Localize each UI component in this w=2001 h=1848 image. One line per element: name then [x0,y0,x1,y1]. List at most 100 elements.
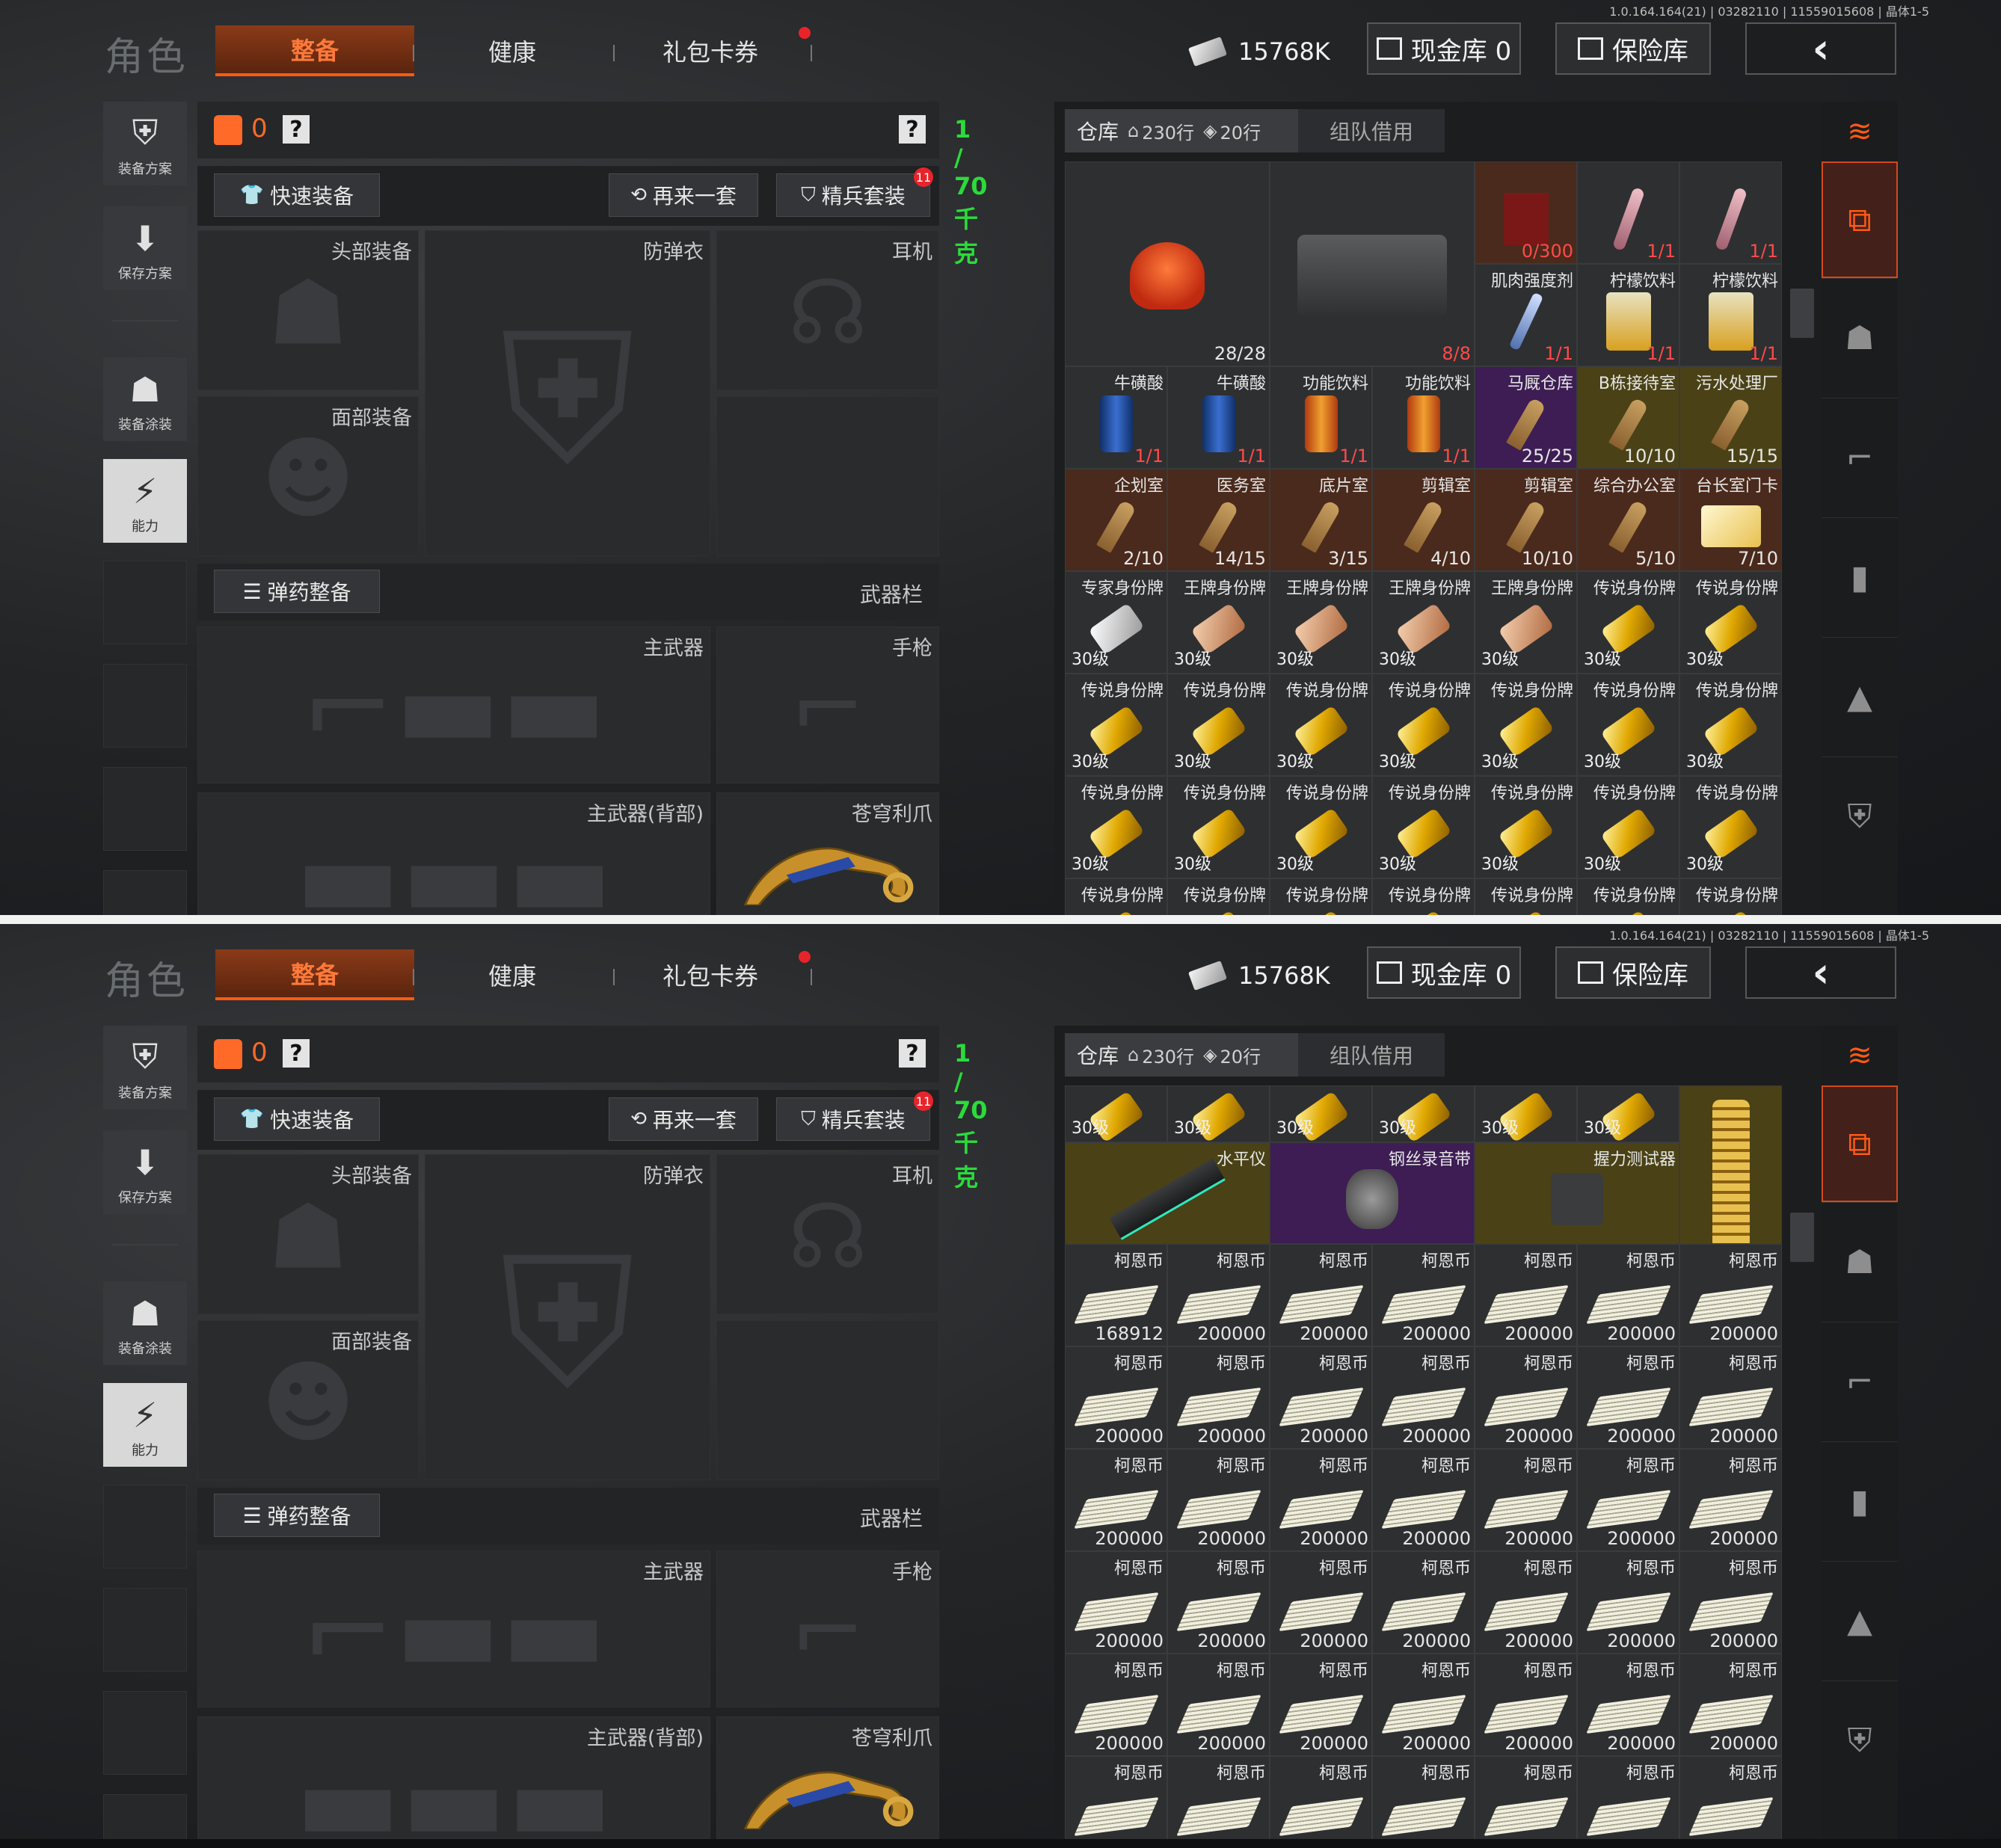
inventory-item[interactable]: 传说身份牌30级 [1065,776,1167,878]
again-set-button[interactable]: ⟲ 再来一套 [609,173,758,217]
warehouse-scrollbar[interactable] [1790,1213,1814,1262]
warehouse-scrollbar[interactable] [1790,289,1814,338]
category-all-icon[interactable]: ⧉ [1822,161,1898,278]
inventory-item[interactable]: 传说身份牌30级 [1167,674,1270,776]
inventory-item[interactable]: 30级 [1167,1085,1270,1142]
coin-item[interactable]: 柯恩币 200000 [1270,1244,1372,1346]
coin-item[interactable]: 柯恩币 200000 [1577,1654,1679,1756]
sort-icon[interactable]: ≋ [1822,1026,1898,1085]
help-icon[interactable]: ? [283,1039,310,1068]
inventory-item[interactable]: 传说身份牌30级 [1679,878,1782,915]
inventory-item[interactable]: 28/28 [1065,161,1270,366]
category-magazine-icon[interactable]: ▮ [1822,517,1898,637]
safe-button[interactable]: 保险库 [1555,22,1711,75]
inventory-item[interactable]: 0/300 [1475,161,1577,264]
cash-vault-button[interactable]: 现金库 0 [1367,946,1521,999]
coin-item[interactable]: 柯恩币 [1372,1756,1475,1839]
inventory-item[interactable]: 台长室门卡 7/10 [1679,469,1782,571]
inventory-item[interactable]: 传说身份牌30级 [1372,878,1475,915]
coin-item[interactable]: 柯恩币 200000 [1679,1449,1782,1551]
primary-weapon-slot[interactable]: 主武器 ⌐▬▬ [197,1550,710,1707]
coin-item[interactable]: 柯恩币 200000 [1679,1244,1782,1346]
coin-item[interactable]: 柯恩币 200000 [1065,1551,1167,1654]
inventory-item[interactable]: 肌肉强度剂 1/1 [1475,264,1577,366]
coin-item[interactable]: 柯恩币 200000 [1167,1654,1270,1756]
back-weapon-slot[interactable]: 主武器(背部) ▬▬▬ [197,792,710,915]
inventory-item[interactable]: 传说身份牌30级 [1577,776,1679,878]
again-set-button[interactable]: ⟲ 再来一套 [609,1097,758,1141]
coin-item[interactable]: 柯恩币 168912 [1065,1244,1167,1346]
tab-equip[interactable]: 整备 [215,949,414,1000]
money-display[interactable]: 15768K [1187,25,1330,78]
pistol-slot[interactable]: 手枪 ⌐ [716,626,939,783]
coin-item[interactable]: 柯恩币 200000 [1065,1654,1167,1756]
inventory-item[interactable]: 传说身份牌30级 [1577,674,1679,776]
equip-paint-button[interactable]: ☗ 装备涂装 [103,357,187,441]
tab-warehouse[interactable]: 仓库 ⌂ 230行 ◈ 20行 [1065,1033,1298,1077]
role-title[interactable]: 角色 [105,25,188,81]
category-helmet-icon[interactable]: ☗ [1822,1202,1898,1322]
tab-health[interactable]: 健康 [449,949,576,1000]
sort-icon[interactable]: ≋ [1822,102,1898,161]
coin-item[interactable]: 柯恩币 200000 [1065,1449,1167,1551]
inventory-item[interactable]: 污水处理厂 15/15 [1679,366,1782,469]
coin-item[interactable]: 柯恩币 200000 [1679,1551,1782,1654]
coin-item[interactable]: 柯恩币 200000 [1167,1449,1270,1551]
weight-help-icon[interactable]: ? [899,1039,926,1068]
coin-item[interactable]: 柯恩币 [1679,1756,1782,1839]
face-slot[interactable]: 面部装备 ☻ [197,396,419,556]
role-title[interactable]: 角色 [105,949,188,1005]
category-armor-icon[interactable]: ⛨ [1822,1681,1898,1800]
coin-item[interactable]: 柯恩币 200000 [1679,1654,1782,1756]
ammo-prep-button[interactable]: ☰ 弹药整备 [214,570,380,613]
inventory-item[interactable]: 传说身份牌30级 [1167,878,1270,915]
inventory-item[interactable]: 传说身份牌30级 [1577,878,1679,915]
category-all-icon[interactable]: ⧉ [1822,1085,1898,1202]
inventory-item[interactable]: 传说身份牌30级 [1372,674,1475,776]
category-rifle-icon[interactable]: ⌐ [1822,1322,1898,1441]
category-ammo-icon[interactable]: ▲ [1822,1561,1898,1681]
inventory-item[interactable]: 马厩仓库 25/25 [1475,366,1577,469]
quick-equip-button[interactable]: 👕 快速装备 [214,173,380,217]
face-slot[interactable]: 面部装备 ☻ [197,1320,419,1480]
inventory-item[interactable]: 传说身份牌30级 [1270,878,1372,915]
coin-item[interactable]: 柯恩币 200000 [1577,1449,1679,1551]
inventory-item[interactable]: 30级 [1372,1085,1475,1142]
inventory-item[interactable]: 专家身份牌 30级 [1065,571,1167,674]
inventory-item[interactable]: 剪辑室 10/10 [1475,469,1577,571]
coin-item[interactable]: 柯恩币 200000 [1475,1244,1577,1346]
ammo-prep-button[interactable]: ☰ 弹药整备 [214,1494,380,1537]
armor-slot[interactable]: 防弹衣 ⛨ [425,230,710,556]
inventory-item[interactable]: 传说身份牌30级 [1167,776,1270,878]
tab-gift-cards[interactable]: 礼包卡券 [643,25,778,76]
coin-item[interactable]: 柯恩币 [1065,1756,1167,1839]
inventory-item[interactable]: 企划室 2/10 [1065,469,1167,571]
inventory-item[interactable]: 王牌身份牌 30级 [1167,571,1270,674]
coin-item[interactable]: 柯恩币 200000 [1065,1346,1167,1449]
tab-gift-cards[interactable]: 礼包卡券 [643,949,778,1000]
inventory-item[interactable]: 传说身份牌30级 [1679,571,1782,674]
inventory-item[interactable]: 传说身份牌30级 [1475,776,1577,878]
inventory-item[interactable]: 传说身份牌30级 [1679,674,1782,776]
coin-item[interactable]: 柯恩币 200000 [1270,1449,1372,1551]
inventory-item[interactable]: 30级 [1577,1085,1679,1142]
back-button[interactable]: ‹ [1745,22,1896,75]
inventory-item[interactable]: 牛磺酸 1/1 [1065,366,1167,469]
armor-slot[interactable]: 防弹衣 ⛨ [425,1154,710,1480]
pistol-slot[interactable]: 手枪 ⌐ [716,1550,939,1707]
inventory-item[interactable]: 传说身份牌30级 [1475,878,1577,915]
category-helmet-icon[interactable]: ☗ [1822,278,1898,398]
inventory-item[interactable]: 钢丝录音带 [1270,1142,1475,1244]
coin-item[interactable]: 柯恩币 [1167,1756,1270,1839]
category-magazine-icon[interactable]: ▮ [1822,1441,1898,1561]
tab-warehouse[interactable]: 仓库 ⌂ 230行 ◈ 20行 [1065,109,1298,153]
melee-slot[interactable]: 苍穹利爪 [716,792,939,915]
help-icon[interactable]: ? [283,115,310,144]
head-slot[interactable]: 头部装备 ☗ [197,1154,419,1314]
category-rifle-icon[interactable]: ⌐ [1822,398,1898,517]
equip-scheme-button[interactable]: ⛨ 装备方案 [103,1026,187,1109]
tab-equip[interactable]: 整备 [215,25,414,76]
inventory-item[interactable]: 1/1 [1577,161,1679,264]
inventory-item[interactable]: 传说身份牌30级 [1475,674,1577,776]
inventory-item[interactable]: 王牌身份牌 30级 [1372,571,1475,674]
